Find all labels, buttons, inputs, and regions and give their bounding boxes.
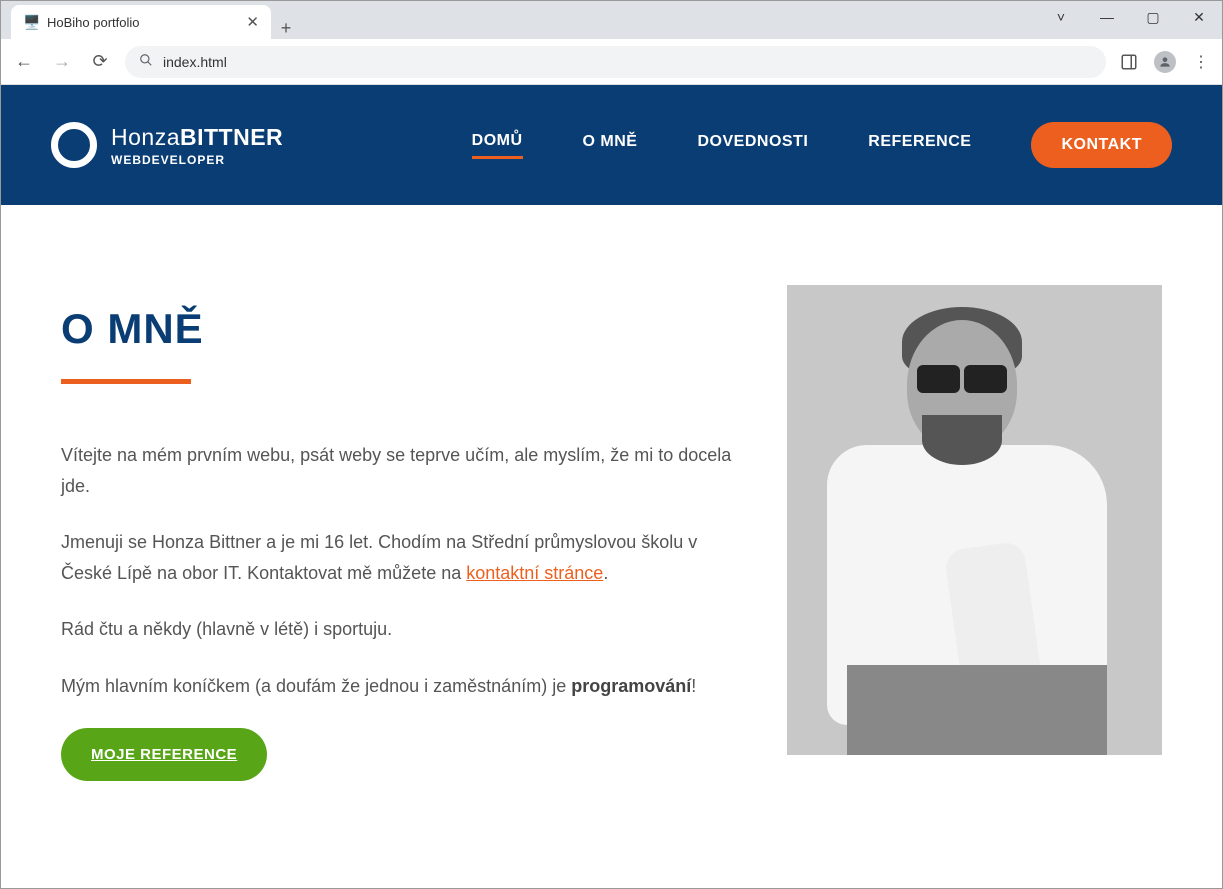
page-content: HonzaBITTNER WEBDEVELOPER DOMŮ O MNĚ DOV…	[1, 85, 1222, 888]
search-icon	[139, 53, 153, 70]
nav-reference[interactable]: REFERENCE	[868, 133, 971, 157]
portrait-image	[787, 285, 1162, 755]
tab-title: HoBiho portfolio	[47, 15, 140, 30]
close-tab-icon[interactable]: ✕	[246, 13, 259, 31]
kebab-menu-icon[interactable]: ⋮	[1190, 51, 1212, 73]
url-text: index.html	[163, 54, 227, 70]
panel-icon[interactable]	[1118, 51, 1140, 73]
nav-home[interactable]: DOMŮ	[472, 132, 523, 159]
back-button[interactable]: ←	[11, 49, 37, 75]
about-paragraph-1: Vítejte na mém prvním webu, psát weby se…	[61, 440, 747, 501]
window-controls: ˅ — ▢ ✕	[1038, 1, 1222, 33]
titlebar: 🖥️ HoBiho portfolio ✕ + ˅ — ▢ ✕	[1, 1, 1222, 39]
close-window-icon[interactable]: ✕	[1176, 1, 1222, 33]
chevron-down-icon[interactable]: ˅	[1038, 1, 1084, 33]
about-paragraph-2: Jmenuji se Honza Bittner a je mi 16 let.…	[61, 527, 747, 588]
contact-button[interactable]: KONTAKT	[1031, 122, 1172, 168]
section-heading: O MNĚ	[61, 305, 747, 353]
heading-divider	[61, 379, 191, 384]
nav-about[interactable]: O MNĚ	[583, 133, 638, 157]
nav-skills[interactable]: DOVEDNOSTI	[697, 133, 808, 157]
logo-name: HonzaBITTNER	[111, 124, 283, 151]
maximize-icon[interactable]: ▢	[1130, 1, 1176, 33]
reference-button[interactable]: MOJE REFERENCE	[61, 728, 267, 781]
main-nav: DOMŮ O MNĚ DOVEDNOSTI REFERENCE KONTAKT	[472, 122, 1172, 168]
reload-button[interactable]: ⟳	[87, 49, 113, 75]
address-bar[interactable]: index.html	[125, 46, 1106, 78]
logo[interactable]: HonzaBITTNER WEBDEVELOPER	[51, 122, 283, 168]
site-header: HonzaBITTNER WEBDEVELOPER DOMŮ O MNĚ DOV…	[1, 85, 1222, 205]
browser-chrome: 🖥️ HoBiho portfolio ✕ + ˅ — ▢ ✕ ← → ⟳ in…	[1, 1, 1222, 85]
new-tab-button[interactable]: +	[271, 12, 301, 39]
profile-avatar[interactable]	[1154, 51, 1176, 73]
about-section: O MNĚ Vítejte na mém prvním webu, psát w…	[1, 205, 1222, 781]
contact-link[interactable]: kontaktní stránce	[466, 563, 603, 583]
logo-circle-icon	[51, 122, 97, 168]
about-paragraph-4: Mým hlavním koníčkem (a doufám že jednou…	[61, 671, 747, 702]
browser-tab[interactable]: 🖥️ HoBiho portfolio ✕	[11, 5, 271, 39]
about-paragraph-3: Rád čtu a někdy (hlavně v létě) i sportu…	[61, 614, 747, 645]
forward-button[interactable]: →	[49, 49, 75, 75]
minimize-icon[interactable]: —	[1084, 1, 1130, 33]
favicon-icon: 🖥️	[23, 14, 39, 30]
logo-subtitle: WEBDEVELOPER	[111, 153, 283, 167]
browser-toolbar: ← → ⟳ index.html ⋮	[1, 39, 1222, 85]
